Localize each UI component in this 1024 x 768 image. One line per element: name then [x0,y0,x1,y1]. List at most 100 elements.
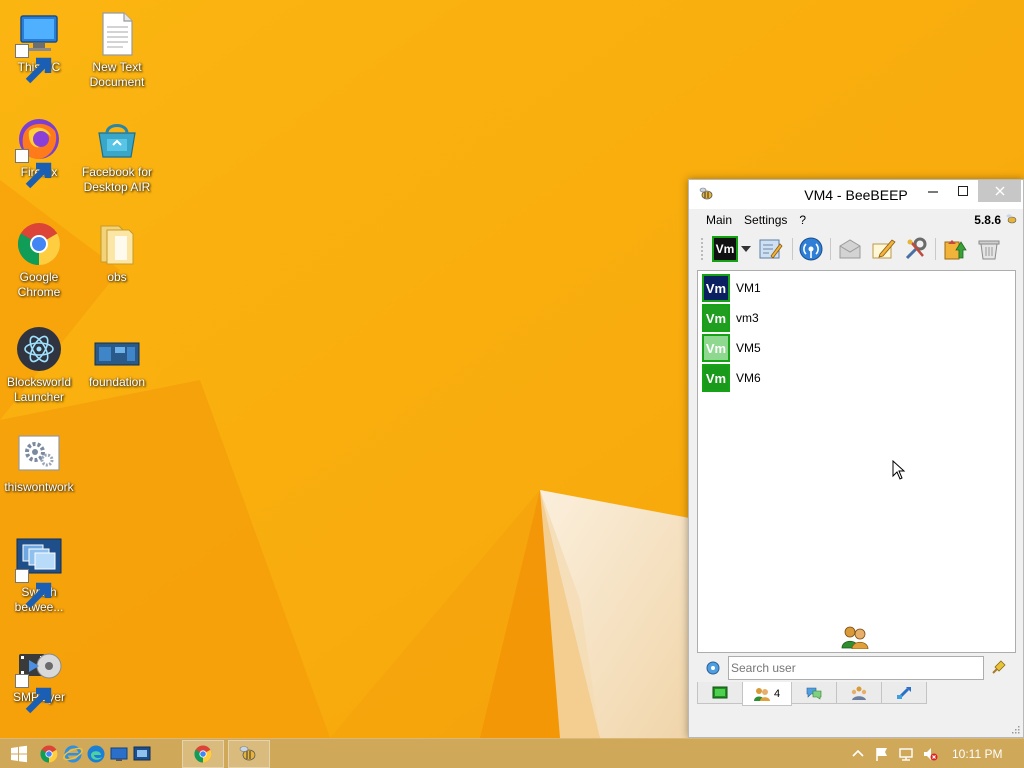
desktop-icon-label: obs [107,270,127,284]
minimize-button[interactable] [918,180,948,202]
users-icon [753,687,770,701]
maximize-button[interactable] [948,180,978,202]
tab-users[interactable]: 4 [742,682,792,706]
edit-profile-icon [759,239,783,259]
clear-button[interactable] [976,236,1002,262]
taskbar-desktop-pin[interactable] [109,744,129,764]
user-avatar: Vm [702,364,730,392]
network-icon [899,748,913,761]
plugins-button[interactable] [903,236,929,262]
network-status-button[interactable] [898,746,914,762]
settings-file-icon [18,435,60,471]
desktop-icon-smplayer[interactable]: SMPlayer [0,640,79,714]
menu-bar: Main Settings ? 5.8.6 [689,209,1023,231]
text-document-icon [102,12,133,56]
shortcut-arrow-icon [15,569,52,609]
search-bar [697,655,1017,681]
clear-search-icon[interactable] [991,659,1007,675]
shared-files-icon [897,686,911,699]
desktop-icon-foundation[interactable]: foundation [77,325,157,390]
minimize-icon [928,191,938,193]
start-button[interactable] [9,744,29,764]
user-row-vm1[interactable]: Vm VM1 [702,273,1002,303]
user-row-vm6[interactable]: Vm VM6 [702,363,1002,393]
tab-groups[interactable] [836,682,882,704]
edit-profile-button[interactable] [757,236,783,262]
title-bar[interactable]: VM4 - BeeBEEP [689,180,1023,209]
taskbar-ie-pin[interactable] [63,744,83,764]
desktop-icon-firefox[interactable]: Firefox [0,115,79,189]
user-avatar: Vm [702,334,730,362]
bee-small-icon [1006,214,1017,224]
compose-icon [872,239,896,259]
user-list[interactable]: Vm VM1 Vm vm3 Vm VM5 Vm VM6 [697,270,1016,653]
user-row-vm5[interactable]: Vm VM5 [702,333,1002,363]
version-label: 5.8.6 [974,213,1001,227]
tools-icon [905,237,927,260]
offline-messages-button[interactable] [837,236,863,262]
foundation-icon [94,342,140,366]
desktop-icon-blocksworld-launcher[interactable]: Blocksworld Launcher [0,325,79,405]
network-button[interactable] [798,236,824,262]
speaker-muted-icon [924,748,938,761]
folder-icon [100,225,134,265]
windows-logo-icon [11,745,27,763]
desktop-icon-this-pc[interactable]: This PC [0,10,79,84]
desktop-icon-switch-between-windows[interactable]: Switch betwee... [0,535,79,615]
compose-message-button[interactable] [870,236,896,262]
toolbar-separator [830,238,831,260]
beebeep-window[interactable]: VM4 - BeeBEEP Main Settings ? 5.8.6 Vm V… [688,179,1024,738]
menu-main[interactable]: Main [706,213,732,227]
share-files-button[interactable] [942,236,968,262]
close-button[interactable] [978,180,1021,202]
taskbar-beebeep-window[interactable] [228,740,270,768]
desktop-icon-facebook-air[interactable]: Facebook for Desktop AIR [77,115,157,195]
maximize-icon [958,186,968,196]
action-center-button[interactable] [874,746,890,762]
user-name: vm3 [736,311,759,325]
taskbar-chrome-pin[interactable] [39,744,59,764]
menu-settings[interactable]: Settings [744,213,787,227]
desktop-icon-thiswontwork[interactable]: thiswontwork [0,430,79,495]
desktop-icon-google-chrome[interactable]: Google Chrome [0,220,79,300]
volume-button[interactable] [922,746,938,762]
home-screen-icon [712,686,728,698]
tab-home[interactable] [697,682,743,704]
desktop-icon-new-text-document[interactable]: New Text Document [77,10,157,90]
menu-help[interactable]: ? [799,213,806,227]
status-menu-button[interactable]: Vm [712,236,752,262]
show-hidden-icons-button[interactable] [850,746,866,762]
monitor-icon [110,747,128,761]
desktop-icon-label: thiswontwork [4,480,74,494]
chrome-icon [17,223,61,265]
shortcut-arrow-icon [15,674,52,714]
toolbar: Vm [689,231,1023,267]
desktop-icon-label: Blocksworld Launcher [6,375,72,404]
envelope-icon [839,239,861,259]
search-options-icon[interactable] [705,660,721,676]
desktop-icon-obs[interactable]: obs [77,220,157,285]
taskbar-remote-pin[interactable] [132,744,152,764]
resize-grip-icon[interactable] [1010,724,1020,734]
tab-chats[interactable] [791,682,837,704]
desktop-icon-label: New Text Document [89,60,145,89]
user-name: VM5 [736,341,761,355]
close-icon [995,186,1004,196]
taskbar-chrome-window[interactable] [182,740,224,768]
mouse-cursor-icon [892,460,906,480]
chevron-up-icon [852,749,864,757]
user-name: VM1 [736,281,761,295]
taskbar-edge-pin[interactable] [86,744,106,764]
blocksworld-icon [17,327,61,371]
desktop-icon-label: Facebook for Desktop AIR [81,165,153,194]
chat-bubbles-icon [806,687,822,700]
tab-shared-files[interactable] [881,682,927,704]
user-row-vm3[interactable]: Vm vm3 [702,303,1002,333]
search-user-input[interactable] [728,656,984,680]
toolbar-grip [701,238,703,260]
chrome-icon [40,745,58,763]
taskbar-clock[interactable]: 10:11 PM [952,747,1002,761]
user-name: VM6 [736,371,761,385]
chevron-down-icon [741,246,751,252]
flag-icon [876,748,887,761]
